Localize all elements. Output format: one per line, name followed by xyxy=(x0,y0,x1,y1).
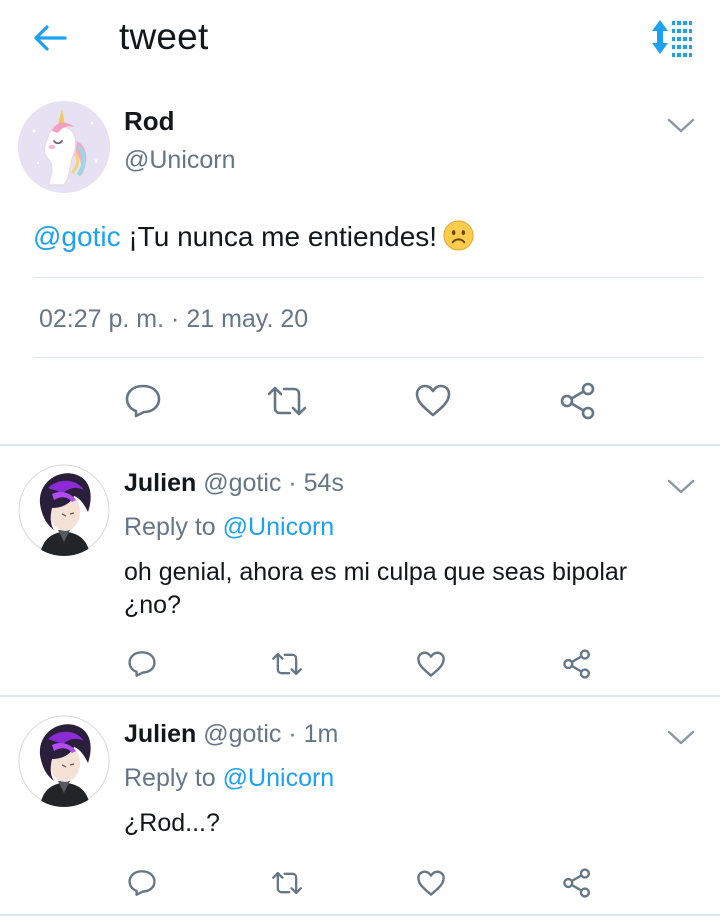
like-icon xyxy=(417,650,445,677)
unicorn-avatar-image xyxy=(18,101,110,193)
like-icon xyxy=(417,869,445,896)
chevron-down-icon xyxy=(667,118,695,133)
timestamp-separator: · xyxy=(171,305,180,333)
mention-link[interactable]: @gotic xyxy=(33,221,121,252)
retweet-button[interactable] xyxy=(265,863,309,903)
meta-separator: · xyxy=(281,720,304,748)
avatar[interactable] xyxy=(18,715,110,807)
tweet-time: 02:27 p. m. xyxy=(39,305,165,333)
julien-avatar-image xyxy=(18,464,110,556)
retweet-icon xyxy=(272,871,302,895)
reply-button[interactable] xyxy=(120,863,164,903)
reply-to-prefix: Reply to xyxy=(124,764,216,792)
share-button[interactable] xyxy=(555,644,599,684)
tweet-timestamp: 02:27 p. m. · 21 may. 20 xyxy=(39,305,308,334)
chevron-down-icon xyxy=(667,730,695,745)
reply-to-line: Reply to @Unicorn xyxy=(124,513,334,542)
tweet-menu-button[interactable] xyxy=(666,115,696,135)
divider xyxy=(33,277,703,278)
back-button[interactable] xyxy=(30,18,70,58)
share-icon xyxy=(563,868,591,898)
reply-to-prefix: Reply to xyxy=(124,513,216,541)
retweet-button[interactable] xyxy=(265,644,309,684)
reply-to-link[interactable]: @Unicorn xyxy=(223,764,335,792)
reply-text: ¿Rod...? xyxy=(124,809,220,837)
tweet-text: @gotic ¡Tu nunca me entiendes! xyxy=(33,220,474,253)
chevron-down-icon xyxy=(667,479,695,494)
avatar[interactable] xyxy=(18,101,110,193)
retweet-icon xyxy=(272,652,302,676)
reply-button[interactable] xyxy=(118,378,168,424)
share-icon xyxy=(560,382,595,420)
avatar[interactable] xyxy=(18,464,110,556)
like-icon xyxy=(415,384,451,417)
sort-icon xyxy=(652,20,692,57)
reply-button[interactable] xyxy=(120,644,164,684)
tweet-menu-button[interactable] xyxy=(666,727,696,747)
reply-icon xyxy=(128,870,156,896)
reply-icon xyxy=(128,651,156,677)
meta-separator: · xyxy=(281,469,304,497)
section-divider xyxy=(0,695,720,697)
tweet-menu-button[interactable] xyxy=(666,476,696,496)
section-divider xyxy=(0,444,720,446)
reply-age: 1m xyxy=(303,720,339,748)
tweet-date: 21 may. 20 xyxy=(186,305,309,333)
reply-icon xyxy=(125,384,161,418)
like-button[interactable] xyxy=(409,863,453,903)
share-button[interactable] xyxy=(555,863,599,903)
julien-avatar-image xyxy=(18,715,110,807)
author-name[interactable]: Julien xyxy=(124,720,196,748)
author-handle[interactable]: @Unicorn xyxy=(124,146,236,175)
reply-to-link[interactable]: @Unicorn xyxy=(223,513,335,541)
frowning-face-emoji xyxy=(443,220,474,251)
divider xyxy=(33,357,703,358)
like-button[interactable] xyxy=(408,378,458,424)
author-handle[interactable]: @gotic xyxy=(203,469,281,497)
like-button[interactable] xyxy=(409,644,453,684)
reply-to-line: Reply to @Unicorn xyxy=(124,764,334,793)
sort-button[interactable] xyxy=(644,14,696,62)
reply-header: Julien @gotic · 54s xyxy=(124,469,344,498)
reply-header: Julien @gotic · 1m xyxy=(124,720,338,749)
author-name[interactable]: Rod xyxy=(124,106,175,137)
back-arrow-icon xyxy=(34,25,67,51)
share-icon xyxy=(563,649,591,679)
author-handle[interactable]: @gotic xyxy=(203,720,281,748)
tweet-body: ¡Tu nunca me entiendes! xyxy=(128,221,438,252)
retweet-button[interactable] xyxy=(262,378,312,424)
share-button[interactable] xyxy=(553,378,603,424)
page-title: tweet xyxy=(119,16,209,57)
section-divider xyxy=(0,914,720,916)
top-bar: tweet xyxy=(0,0,720,78)
reply-text: oh genial, ahora es mi culpa que seas bi… xyxy=(124,558,628,619)
retweet-icon xyxy=(267,386,307,416)
author-name[interactable]: Julien xyxy=(124,469,196,497)
reply-age: 54s xyxy=(303,469,344,497)
